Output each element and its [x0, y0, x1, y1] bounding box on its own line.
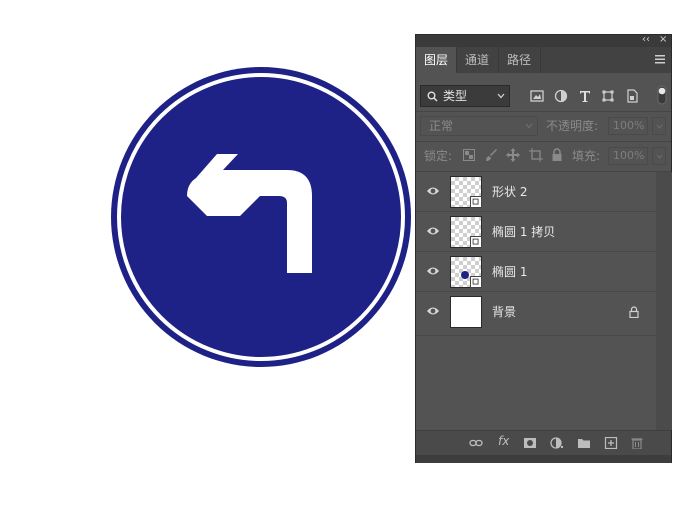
- brush-icon[interactable]: [485, 149, 498, 162]
- left-turn-sign: [111, 67, 411, 367]
- tab-channels[interactable]: 通道: [457, 47, 499, 73]
- trash-icon[interactable]: [630, 437, 644, 449]
- filter-value: 类型: [443, 89, 468, 103]
- layers-panel: ‹‹ × 图层 通道 路径 类型 正常 不透明度: 100% 锁定: 填充: 1…: [415, 34, 672, 463]
- divider: [416, 111, 671, 112]
- fill-label: 填充:: [572, 149, 601, 163]
- close-panel-button[interactable]: ×: [659, 34, 667, 46]
- artboard-icon[interactable]: [529, 148, 543, 162]
- opacity-dropdown[interactable]: [652, 117, 666, 135]
- lock-label: 锁定:: [424, 149, 453, 163]
- opacity-label: 不透明度:: [546, 119, 599, 133]
- sign-outer-circle: [111, 67, 411, 367]
- panel-tabs: 图层 通道 路径: [416, 47, 671, 73]
- layer-row[interactable]: 椭圆 1 拷贝: [416, 212, 656, 252]
- ellipse-preview: [461, 271, 469, 279]
- panel-menu-icon[interactable]: [655, 55, 665, 64]
- layers-scrollbar[interactable]: [656, 172, 672, 430]
- layer-row[interactable]: 形状 2: [416, 172, 656, 212]
- panel-resize-grip[interactable]: [416, 455, 671, 463]
- adjustment-filter-icon[interactable]: [554, 89, 568, 103]
- move-icon[interactable]: [506, 148, 520, 162]
- shape-filter-icon[interactable]: [601, 89, 615, 103]
- smart-object-filter-icon[interactable]: [625, 89, 639, 103]
- chevron-down-icon: [656, 124, 663, 129]
- tab-layers[interactable]: 图层: [416, 47, 457, 73]
- layer-thumbnail: [450, 296, 482, 328]
- eye-icon[interactable]: [426, 185, 440, 197]
- link-icon[interactable]: [469, 437, 483, 449]
- layer-filter-select[interactable]: 类型: [420, 85, 510, 107]
- layer-name[interactable]: 椭圆 1 拷贝: [492, 212, 555, 252]
- blend-mode-select[interactable]: 正常: [420, 116, 538, 136]
- layer-thumbnail: [450, 256, 482, 288]
- adjustment-layer-icon[interactable]: [550, 437, 564, 449]
- blend-mode-value: 正常: [429, 119, 454, 133]
- fill-field[interactable]: 100%: [608, 147, 648, 165]
- folder-icon[interactable]: [577, 437, 591, 449]
- layer-row[interactable]: 椭圆 1: [416, 252, 656, 292]
- opacity-field[interactable]: 100%: [608, 117, 648, 135]
- layers-list: 形状 2 椭圆 1 拷贝 椭圆 1 背景: [416, 172, 656, 336]
- layer-row[interactable]: 背景: [416, 292, 656, 336]
- lock-icon[interactable]: [628, 306, 640, 318]
- shape-layer-icon: [470, 276, 482, 288]
- fx-icon[interactable]: fx: [498, 434, 509, 448]
- image-filter-icon[interactable]: [530, 89, 544, 103]
- layer-thumbnail: [450, 216, 482, 248]
- chevron-down-icon: [656, 154, 663, 159]
- fill-dropdown[interactable]: [652, 147, 666, 165]
- eye-icon[interactable]: [426, 305, 440, 317]
- layer-name[interactable]: 背景: [492, 292, 516, 332]
- layer-name[interactable]: 形状 2: [492, 172, 527, 212]
- search-icon: [427, 91, 438, 102]
- shape-layer-icon: [470, 236, 482, 248]
- divider: [416, 141, 671, 142]
- mask-icon[interactable]: [523, 437, 537, 449]
- filter-toggle-icon[interactable]: [657, 85, 667, 105]
- new-layer-icon[interactable]: [604, 437, 618, 449]
- type-filter-icon[interactable]: [578, 89, 592, 103]
- eye-icon[interactable]: [426, 225, 440, 237]
- chevron-down-icon: [497, 93, 505, 99]
- panel-footer: fx: [416, 430, 671, 455]
- chevron-down-icon: [525, 123, 533, 129]
- layer-name[interactable]: 椭圆 1: [492, 252, 527, 292]
- lock-all-icon[interactable]: [551, 148, 563, 161]
- layer-thumbnail: [450, 176, 482, 208]
- lock-transparent-pixels-icon[interactable]: [463, 149, 475, 161]
- tab-paths[interactable]: 路径: [499, 47, 541, 73]
- panel-titlebar: ‹‹ ×: [416, 34, 671, 47]
- collapse-panel-button[interactable]: ‹‹: [642, 34, 650, 46]
- shape-layer-icon: [470, 196, 482, 208]
- eye-icon[interactable]: [426, 265, 440, 277]
